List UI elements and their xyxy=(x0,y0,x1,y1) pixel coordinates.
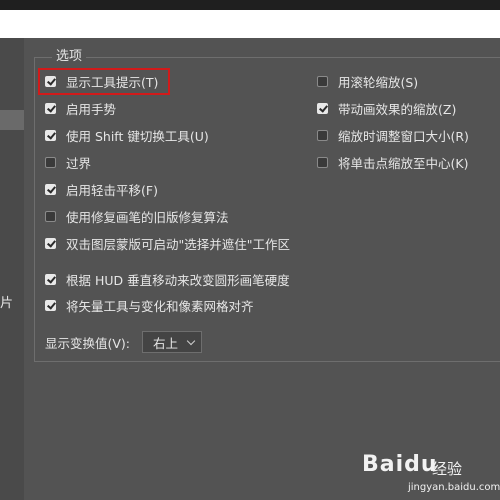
option-double-click-mask[interactable]: 双击图层蒙版可启动"选择并遮住"工作区 xyxy=(45,234,290,252)
option-enable-gestures[interactable]: 启用手势 xyxy=(45,99,116,117)
checkbox-checked-icon[interactable] xyxy=(45,183,56,195)
checkbox-unchecked-icon[interactable] xyxy=(45,210,56,222)
option-label: 使用修复画笔的旧版修复算法 xyxy=(66,209,229,225)
window-top-bar xyxy=(0,0,500,10)
selected-category-item[interactable] xyxy=(0,110,24,130)
option-label: 带动画效果的缩放(Z) xyxy=(338,101,457,117)
options-group-title: 选项 xyxy=(52,49,87,65)
option-hud-brush-hardness[interactable]: 根据 HUD 垂直移动来改变圆形画笔硬度 xyxy=(45,270,290,288)
transform-values-selected: 右上 xyxy=(153,335,179,351)
watermark-sub: 经验 xyxy=(432,460,463,478)
option-label: 双击图层蒙版可启动"选择并遮住"工作区 xyxy=(66,236,290,252)
option-shift-switch-tools[interactable]: 使用 Shift 键切换工具(U) xyxy=(45,126,209,144)
option-label: 启用轻击平移(F) xyxy=(66,182,158,198)
checkbox-checked-icon[interactable] xyxy=(317,102,328,114)
option-vector-pixel-grid[interactable]: 将矢量工具与变化和像素网格对齐 xyxy=(45,296,254,314)
checkbox-checked-icon[interactable] xyxy=(45,273,56,285)
transform-values-select[interactable]: 右上 xyxy=(142,331,203,353)
option-animated-zoom[interactable]: 带动画效果的缩放(Z) xyxy=(317,99,456,117)
checkbox-unchecked-icon[interactable] xyxy=(317,129,328,141)
option-label: 过界 xyxy=(66,155,92,171)
watermark-url: jingyan.baidu.com xyxy=(408,482,500,493)
category-label-clipped: 片 xyxy=(0,296,14,311)
checkbox-checked-icon[interactable] xyxy=(45,129,56,141)
option-label: 启用手势 xyxy=(66,101,117,117)
option-label: 缩放时调整窗口大小(R) xyxy=(338,128,469,144)
checkbox-unchecked-icon[interactable] xyxy=(317,156,328,168)
option-zoom-resize-windows[interactable]: 缩放时调整窗口大小(R) xyxy=(317,126,469,144)
option-label: 用滚轮缩放(S) xyxy=(338,74,419,90)
highlight-box xyxy=(38,68,170,95)
option-flick-panning[interactable]: 启用轻击平移(F) xyxy=(45,180,158,198)
option-label: 使用 Shift 键切换工具(U) xyxy=(66,128,209,144)
option-zoom-scroll-wheel[interactable]: 用滚轮缩放(S) xyxy=(317,72,418,90)
transform-values-label: 显示变换值(V): xyxy=(45,335,131,351)
option-label: 将单击点缩放至中心(K) xyxy=(338,155,469,171)
transform-values-row: 显示变换值(V): 右上 xyxy=(45,331,203,353)
watermark-brand: Baidu xyxy=(362,452,438,477)
option-legacy-healing[interactable]: 使用修复画笔的旧版修复算法 xyxy=(45,207,229,225)
dialog-header-bar xyxy=(0,10,500,38)
checkbox-checked-icon[interactable] xyxy=(45,102,56,114)
chevron-down-icon xyxy=(186,336,196,346)
checkbox-unchecked-icon[interactable] xyxy=(317,75,328,87)
preferences-category-list xyxy=(0,38,24,500)
option-overscroll[interactable]: 过界 xyxy=(45,153,91,171)
option-label: 将矢量工具与变化和像素网格对齐 xyxy=(66,298,254,314)
checkbox-checked-icon[interactable] xyxy=(45,237,56,249)
checkbox-checked-icon[interactable] xyxy=(45,299,56,311)
option-label: 根据 HUD 垂直移动来改变圆形画笔硬度 xyxy=(66,272,290,288)
baidu-watermark: Baidu 经验 jingyan.baidu.com xyxy=(356,450,500,496)
checkbox-unchecked-icon[interactable] xyxy=(45,156,56,168)
option-zoom-clicked-point[interactable]: 将单击点缩放至中心(K) xyxy=(317,153,468,171)
